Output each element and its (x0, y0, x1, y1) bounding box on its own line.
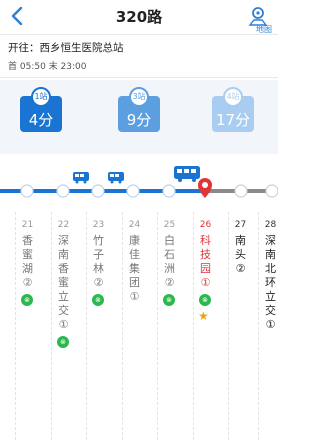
station-number: 23 (92, 220, 105, 230)
arrival-countdown-panel: 4分 1站 9分 3站 17分 4站 (0, 80, 278, 154)
station-name: 竹子林② (93, 234, 104, 289)
stop-dot (162, 184, 176, 198)
metro-transfer-icon: ⊗ (199, 294, 211, 306)
station-name: 深南北环立交① (265, 234, 276, 331)
station-item[interactable]: 22 深南香蜜立交① ⊗ (51, 212, 75, 440)
station-number: 27 (234, 220, 247, 230)
station-item[interactable]: 25 白石洲② ⊗ (157, 212, 181, 440)
station-item[interactable]: 21 香蜜湖② ⊗ (15, 212, 39, 440)
stops-away-badge-3: 4站 (223, 87, 243, 107)
station-name: 香蜜湖② (22, 234, 33, 289)
bus-icon (174, 166, 200, 182)
station-name: 康佳集团① (129, 234, 140, 303)
stop-dot (91, 184, 105, 198)
station-name: 科技园① (200, 234, 211, 289)
stop-dot (56, 184, 70, 198)
station-item-current[interactable]: 26 科技园① ⊗ ★ (193, 212, 217, 440)
metro-transfer-icon: ⊗ (163, 294, 175, 306)
station-number: 28 (264, 220, 277, 230)
top-bar: 320路 地图 (0, 0, 278, 34)
stop-dot (126, 184, 140, 198)
metro-transfer-icon: ⊗ (57, 336, 69, 348)
station-item[interactable]: 24 康佳集团① (122, 212, 146, 440)
page-title: 320路 (115, 8, 163, 26)
route-line (0, 155, 278, 215)
station-number: 21 (21, 220, 34, 230)
station-number: 22 (57, 220, 70, 230)
metro-transfer-icon: ⊗ (92, 294, 104, 306)
stop-dot (20, 184, 34, 198)
bus-icon (108, 172, 124, 184)
stop-dot (265, 184, 278, 198)
station-number: 25 (163, 220, 176, 230)
station-name: 白石洲② (164, 234, 175, 289)
arrival-time-2: 9分 (126, 111, 152, 129)
favorite-star-icon[interactable]: ★ (198, 309, 209, 323)
route-strip (0, 166, 278, 198)
station-number: 24 (128, 220, 141, 230)
station-item[interactable]: 27 南头② (228, 212, 252, 440)
arrival-time-3: 17分 (215, 111, 251, 129)
station-name: 深南香蜜立交① (58, 234, 69, 331)
destination-text: 开往：西乡恒生医院总站 (8, 42, 124, 54)
service-times: 首 05:50 末 23:00 (8, 62, 87, 72)
metro-transfer-icon: ⊗ (21, 294, 33, 306)
station-item[interactable]: 23 竹子林② ⊗ (86, 212, 110, 440)
stops-away-badge-2: 3站 (129, 87, 149, 107)
bus-icon (73, 172, 89, 184)
station-list: 21 香蜜湖② ⊗ 22 深南香蜜立交① ⊗ 23 竹子林② ⊗ 24 康佳集团… (0, 212, 278, 440)
current-stop-pin-icon (198, 178, 212, 198)
station-item[interactable]: 28 深南北环立交① (258, 212, 282, 440)
route-info: 开往：西乡恒生医院总站 首 05:50 末 23:00 (0, 34, 278, 78)
station-name: 南头② (235, 234, 246, 275)
arrival-time-1: 4分 (28, 111, 54, 129)
station-number: 26 (199, 220, 212, 230)
stop-dot (234, 184, 248, 198)
stops-away-badge-1: 1站 (31, 87, 51, 107)
